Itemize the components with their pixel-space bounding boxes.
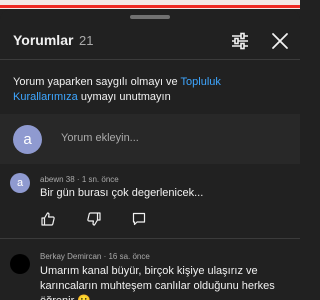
notice-text-end: uymayı unutmayın <box>77 91 171 103</box>
comment-text: Umarım kanal büyür, birçok kişiye ulaşır… <box>40 265 275 300</box>
close-icon <box>272 33 288 49</box>
thumbs-down-icon <box>87 212 101 226</box>
comment-time: 1 sn. önce <box>81 175 119 184</box>
comment-meta: Berkay Demircan · 16 sa. önce <box>40 252 150 261</box>
header-divider <box>0 59 300 60</box>
drag-handle[interactable] <box>130 15 170 19</box>
comments-header: Yorumlar 21 <box>0 27 300 55</box>
video-progress-bar[interactable] <box>0 5 300 8</box>
page-title: Yorumlar <box>13 32 74 48</box>
comment-input[interactable]: Yorum ekleyin... <box>61 132 139 144</box>
dislike-button[interactable] <box>86 211 102 227</box>
reply-button[interactable] <box>131 211 147 227</box>
avatar: a <box>13 125 42 154</box>
comment-divider <box>0 238 300 239</box>
sort-filter-button[interactable] <box>228 29 252 53</box>
reply-comment-icon <box>132 212 146 226</box>
like-button[interactable] <box>40 211 56 227</box>
notice-text: Yorum yaparken saygılı olmayı ve <box>13 76 181 88</box>
add-comment-row[interactable]: a Yorum ekleyin... <box>0 114 300 164</box>
comment-text: Bir gün burası çok degerlenicek... <box>40 187 204 199</box>
avatar[interactable] <box>10 254 30 274</box>
thumbs-up-icon <box>41 212 55 226</box>
avatar[interactable]: a <box>10 173 30 193</box>
close-button[interactable] <box>268 29 292 53</box>
comment-author[interactable]: abewn 38 <box>40 175 75 184</box>
community-notice: Yorum yaparken saygılı olmayı ve Toplulu… <box>13 75 288 105</box>
comment-time: 16 sa. önce <box>108 252 150 261</box>
filter-sliders-icon <box>232 32 248 50</box>
comments-sheet: Yorumlar 21 Yorum yaparken saygılı olmay… <box>0 9 300 300</box>
comment-author[interactable]: Berkay Demircan <box>40 252 101 261</box>
comment-count: 21 <box>79 33 94 48</box>
video-preview-strip <box>0 0 300 9</box>
comment-meta: abewn 38 · 1 sn. önce <box>40 175 119 184</box>
